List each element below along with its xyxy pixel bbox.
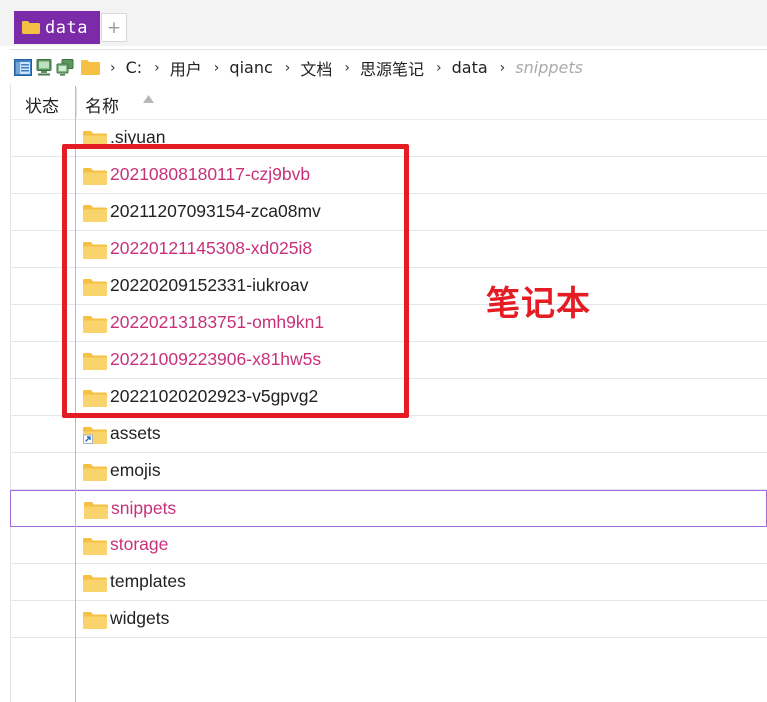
list-item-selected[interactable]: snippets (10, 490, 767, 527)
annotation-label: 笔记本 (486, 284, 591, 324)
list-item[interactable]: assets (10, 416, 767, 453)
folder-icon (83, 538, 107, 555)
breadcrumb-siyuan[interactable]: 思源笔记 (360, 56, 424, 80)
file-name: snippets (111, 498, 177, 518)
breadcrumb-separator: › (436, 59, 442, 76)
column-status[interactable]: 状态 (25, 92, 59, 117)
file-name: widgets (110, 608, 170, 628)
breadcrumb-data[interactable]: data (452, 58, 488, 77)
folder-icon (81, 60, 100, 75)
pane-layout-icon[interactable] (14, 59, 32, 76)
breadcrumb-separator: › (154, 59, 160, 76)
file-name: assets (110, 423, 161, 443)
address-bar: › C: › 用户 › qianc › 文档 › 思源笔记 › data › s… (10, 49, 767, 85)
column-header: 状态 名称 (10, 86, 767, 120)
breadcrumb-users[interactable]: 用户 (170, 56, 202, 80)
list-item[interactable]: templates (10, 564, 767, 601)
folder-icon (83, 612, 107, 629)
computer-icon[interactable] (35, 59, 53, 76)
breadcrumb-separator: › (110, 59, 116, 76)
sort-ascending-icon (143, 95, 154, 103)
network-icon[interactable] (56, 59, 74, 76)
tab-bar: data + (0, 0, 767, 46)
breadcrumb-separator: › (344, 59, 350, 76)
tab-data[interactable]: data (14, 11, 100, 44)
column-name[interactable]: 名称 (85, 92, 119, 117)
breadcrumb-user[interactable]: qianc (229, 58, 272, 77)
tab-label: data (45, 17, 88, 38)
file-name: emojis (110, 460, 161, 480)
new-tab-button[interactable]: + (101, 13, 127, 42)
breadcrumb-separator: › (213, 59, 220, 76)
breadcrumb-current[interactable]: snippets (515, 58, 583, 77)
file-name: templates (110, 571, 186, 591)
list-item[interactable]: emojis (10, 453, 767, 490)
folder-icon (84, 502, 108, 519)
breadcrumb-drive[interactable]: C: (126, 58, 143, 77)
folder-shortcut-icon (83, 427, 107, 444)
file-name: storage (110, 534, 169, 554)
folder-icon (83, 464, 107, 481)
annotation-box (62, 144, 409, 418)
breadcrumb-separator: › (284, 59, 291, 76)
folder-icon (22, 21, 40, 34)
folder-icon (83, 575, 107, 592)
breadcrumb-documents[interactable]: 文档 (300, 56, 332, 80)
column-divider[interactable] (76, 88, 77, 117)
list-item[interactable]: widgets (10, 601, 767, 638)
breadcrumb-separator: › (499, 59, 506, 76)
list-item[interactable]: storage (10, 527, 767, 564)
